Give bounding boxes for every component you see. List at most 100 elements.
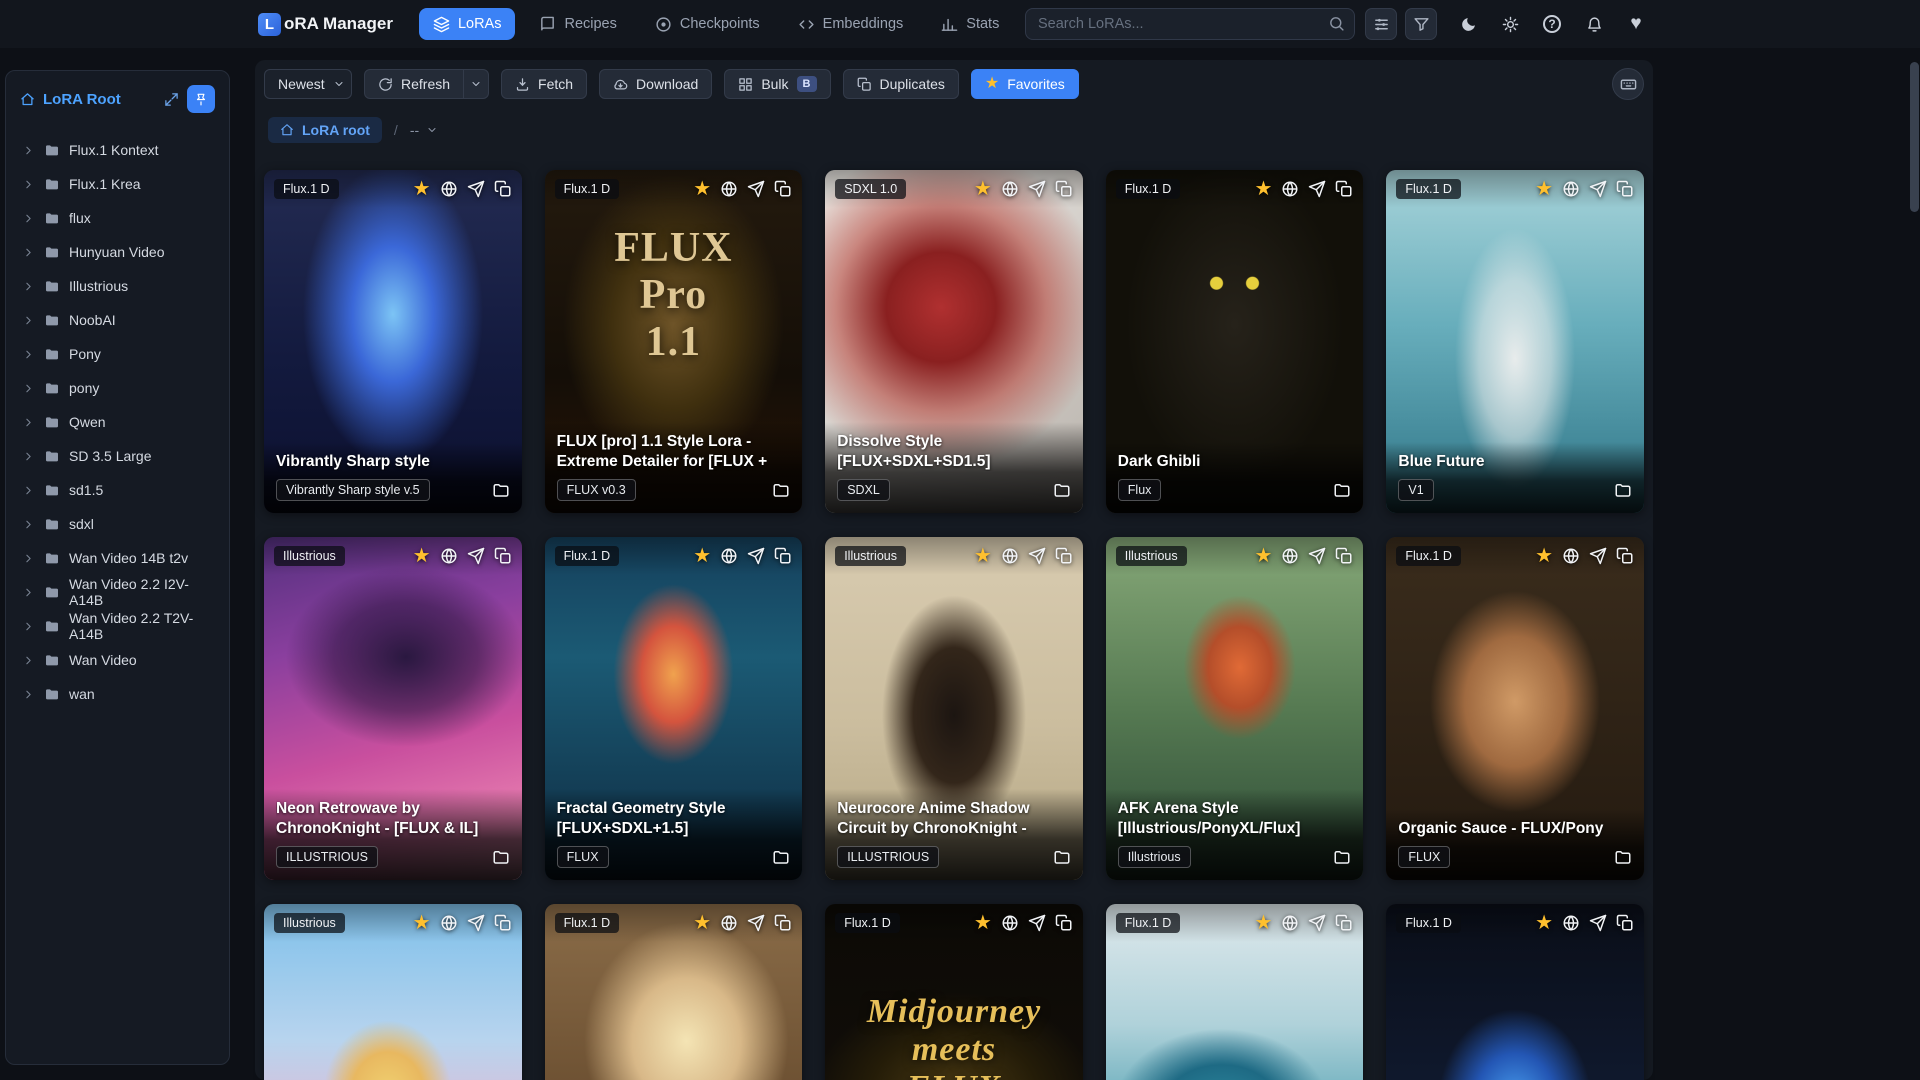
favorite-star-icon[interactable]: ★ — [413, 179, 431, 199]
filter-button[interactable] — [1405, 8, 1437, 40]
version-tag[interactable]: ILLUSTRIOUS — [837, 846, 940, 868]
chevron-right-icon[interactable] — [22, 450, 35, 463]
chevron-right-icon[interactable] — [22, 382, 35, 395]
settings-button[interactable] — [1493, 7, 1527, 41]
folder-tree-item[interactable]: Qwen — [14, 405, 221, 439]
chevron-right-icon[interactable] — [22, 246, 35, 259]
copy-icon[interactable] — [774, 914, 792, 932]
send-icon[interactable] — [1308, 547, 1326, 565]
folder-tree-item[interactable]: pony — [14, 371, 221, 405]
copy-icon[interactable] — [1616, 180, 1634, 198]
favorite-star-icon[interactable]: ★ — [413, 913, 431, 933]
favorite-star-icon[interactable]: ★ — [1254, 179, 1272, 199]
chevron-right-icon[interactable] — [22, 552, 35, 565]
globe-icon[interactable] — [440, 547, 458, 565]
send-icon[interactable] — [467, 180, 485, 198]
fetch-button[interactable]: Fetch — [501, 69, 588, 99]
favorite-star-icon[interactable]: ★ — [974, 913, 992, 933]
favorite-star-icon[interactable]: ★ — [974, 546, 992, 566]
chevron-right-icon[interactable] — [22, 144, 35, 157]
folder-icon[interactable] — [1333, 481, 1351, 499]
globe-icon[interactable] — [1562, 547, 1580, 565]
send-icon[interactable] — [1589, 547, 1607, 565]
download-button[interactable]: Download — [599, 69, 713, 99]
send-icon[interactable] — [1308, 180, 1326, 198]
copy-icon[interactable] — [1055, 914, 1073, 932]
copy-icon[interactable] — [494, 914, 512, 932]
folder-icon[interactable] — [492, 481, 510, 499]
favorite-star-icon[interactable]: ★ — [693, 546, 711, 566]
refresh-button[interactable]: Refresh — [364, 69, 465, 99]
favorite-star-icon[interactable]: ★ — [1535, 913, 1553, 933]
favorite-star-icon[interactable]: ★ — [1254, 913, 1272, 933]
search-options-button[interactable] — [1365, 8, 1397, 40]
nav-tab-loras[interactable]: LoRAs — [418, 8, 516, 40]
chevron-right-icon[interactable] — [22, 348, 35, 361]
lora-card[interactable]: Flux.1 D ★ Dark Ghibli Flux — [1105, 170, 1364, 513]
version-tag[interactable]: FLUX — [556, 846, 609, 868]
favorite-star-icon[interactable]: ★ — [693, 913, 711, 933]
lora-card[interactable]: Flux.1 D ★ Blue Future V1 — [1386, 170, 1644, 513]
send-icon[interactable] — [1028, 180, 1046, 198]
send-icon[interactable] — [1589, 914, 1607, 932]
version-tag[interactable]: SDXL — [837, 479, 890, 501]
lora-card[interactable]: Flux.1 D ★ — [1386, 904, 1644, 1080]
lora-card[interactable]: Illustrious ★ Neurocore Anime Shadow Cir… — [825, 537, 1083, 880]
folder-icon[interactable] — [492, 848, 510, 866]
globe-icon[interactable] — [720, 914, 738, 932]
version-tag[interactable]: FLUX v0.3 — [556, 479, 636, 501]
folder-tree-item[interactable]: Pony — [14, 337, 221, 371]
help-button[interactable]: ? — [1535, 7, 1569, 41]
lora-card[interactable]: Flux.1 D ★ — [1105, 904, 1364, 1080]
chevron-right-icon[interactable] — [22, 654, 35, 667]
copy-icon[interactable] — [1335, 914, 1353, 932]
folder-tree-item[interactable]: Hunyuan Video — [14, 235, 221, 269]
chevron-right-icon[interactable] — [22, 620, 35, 633]
favorites-heart-button[interactable]: ♥ — [1619, 7, 1653, 41]
globe-icon[interactable] — [1001, 180, 1019, 198]
chevron-right-icon[interactable] — [22, 280, 35, 293]
version-tag[interactable]: V1 — [1398, 479, 1434, 501]
send-icon[interactable] — [1589, 180, 1607, 198]
folder-tree-item[interactable]: SD 3.5 Large — [14, 439, 221, 473]
globe-icon[interactable] — [720, 180, 738, 198]
favorite-star-icon[interactable]: ★ — [693, 179, 711, 199]
favorite-star-icon[interactable]: ★ — [1535, 179, 1553, 199]
sort-select[interactable]: Newest — [264, 69, 352, 99]
folder-icon[interactable] — [1053, 481, 1071, 499]
folder-tree-item[interactable]: wan — [14, 677, 221, 711]
lora-card[interactable]: Illustrious ★ AFK Arena Style [Illustrio… — [1105, 537, 1364, 880]
page-scrollbar[interactable] — [1910, 50, 1919, 1080]
version-tag[interactable]: FLUX — [1398, 846, 1451, 868]
notifications-button[interactable] — [1577, 7, 1611, 41]
pin-sidebar-button[interactable] — [187, 85, 215, 113]
sidebar-root-label[interactable]: LoRA Root — [43, 91, 156, 108]
lora-card[interactable]: Flux.1 D ★ Organic Sauce - FLUX/Pony FLU… — [1386, 537, 1644, 880]
version-tag[interactable]: ILLUSTRIOUS — [276, 846, 378, 868]
folder-tree-item[interactable]: Wan Video — [14, 643, 221, 677]
copy-icon[interactable] — [1335, 180, 1353, 198]
lora-card[interactable]: Flux.1 D ★ Fractal Geometry Style [FLUX+… — [544, 537, 803, 880]
folder-tree-item[interactable]: Wan Video 2.2 I2V-A14B — [14, 575, 221, 609]
chevron-right-icon[interactable] — [22, 178, 35, 191]
send-icon[interactable] — [1028, 914, 1046, 932]
chevron-right-icon[interactable] — [22, 688, 35, 701]
lora-card[interactable]: FLUX Pro 1.1 Flux.1 D ★ FLUX [pro] 1.1 S… — [544, 170, 803, 513]
folder-icon[interactable] — [772, 481, 790, 499]
folder-tree-item[interactable]: Wan Video 14B t2v — [14, 541, 221, 575]
chevron-right-icon[interactable] — [22, 416, 35, 429]
nav-tab-checkpoints[interactable]: Checkpoints — [641, 8, 774, 40]
scrollbar-thumb[interactable] — [1910, 62, 1919, 212]
copy-icon[interactable] — [1335, 547, 1353, 565]
version-tag[interactable]: Illustrious — [1117, 846, 1191, 868]
lora-card[interactable]: Illustrious ★ Neon Retrowave by ChronoKn… — [264, 537, 522, 880]
globe-icon[interactable] — [1001, 547, 1019, 565]
folder-icon[interactable] — [1053, 848, 1071, 866]
copy-icon[interactable] — [774, 547, 792, 565]
lora-card[interactable]: Illustrious ★ — [264, 904, 522, 1080]
copy-icon[interactable] — [1616, 547, 1634, 565]
lora-card[interactable]: Flux.1 D ★ — [544, 904, 803, 1080]
send-icon[interactable] — [467, 914, 485, 932]
folder-tree-item[interactable]: Illustrious — [14, 269, 221, 303]
globe-icon[interactable] — [1562, 180, 1580, 198]
